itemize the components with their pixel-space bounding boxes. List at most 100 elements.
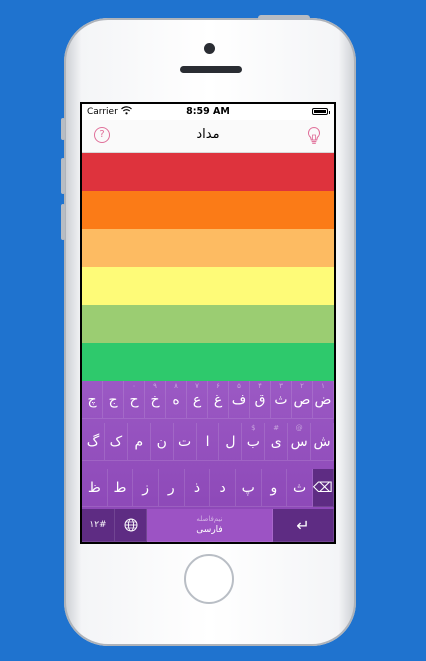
- key-label: ص: [293, 391, 311, 408]
- key-label: چ: [87, 391, 97, 408]
- mute-switch: [61, 118, 65, 140]
- key[interactable]: @ س: [288, 423, 312, 461]
- key-label: ن: [156, 433, 167, 450]
- key[interactable]: ذ: [184, 469, 211, 507]
- return-key[interactable]: ↵: [273, 509, 334, 542]
- status-time: 8:59 AM: [186, 106, 230, 117]
- key-label: ز: [142, 479, 150, 496]
- key[interactable]: ۷ع: [187, 381, 208, 419]
- red-stripe[interactable]: [82, 153, 334, 191]
- key[interactable]: ۹خ: [145, 381, 166, 419]
- yellow-stripe[interactable]: [82, 267, 334, 305]
- power-button: [258, 15, 310, 20]
- key-label: غ: [213, 391, 223, 408]
- key-label: ت: [178, 433, 192, 450]
- key[interactable]: ل: [219, 423, 243, 461]
- key-hint: ۲: [300, 382, 304, 390]
- numbers-key[interactable]: ۱۲#: [82, 509, 115, 542]
- light-orange-stripe[interactable]: [82, 229, 334, 267]
- home-button[interactable]: [184, 554, 234, 604]
- battery-icon: [312, 108, 330, 115]
- key[interactable]: $ ب: [242, 423, 266, 461]
- key[interactable]: گ: [82, 423, 105, 461]
- key[interactable]: ظ: [82, 469, 108, 507]
- key[interactable]: ۵ف: [229, 381, 250, 419]
- green-stripe[interactable]: [82, 343, 334, 381]
- key-label: و: [270, 479, 278, 496]
- key[interactable]: ث: [287, 469, 313, 507]
- key[interactable]: ۳ث: [271, 381, 292, 419]
- key-hint: ۹: [153, 382, 157, 390]
- key-hint: ۵: [237, 382, 241, 390]
- key-label: ب: [246, 433, 260, 450]
- persian-keyboard: ۱ض۲ص۳ث۴ق۵ف۶غ۷ع۸ه۹خ۰حجچ ش @ س # ی $ ب ل ا ت ن م ک گ ظط…: [82, 381, 334, 542]
- key-hint: $: [251, 424, 256, 432]
- light-green-stripe[interactable]: [82, 305, 334, 343]
- key[interactable]: ۰ح: [124, 381, 145, 419]
- half-space-label: نیم‌فاصله: [196, 515, 223, 523]
- screen: Carrier 8:59 AM ? مداد ۱ ض ۲ ص ۳ ث ۴ ق ۵…: [80, 102, 336, 544]
- key[interactable]: ۱ض: [313, 381, 334, 419]
- status-bar: Carrier 8:59 AM: [82, 104, 334, 120]
- space-key[interactable]: نیم‌فاصله فارسی: [147, 509, 273, 542]
- key-label: ر: [167, 479, 175, 496]
- key[interactable]: پ: [235, 469, 262, 507]
- key-label: ح: [129, 391, 139, 408]
- key[interactable]: ش: [311, 423, 334, 461]
- key-label: گ: [86, 433, 100, 450]
- volume-down-button: [61, 204, 65, 240]
- key-label: ق: [254, 391, 266, 408]
- key[interactable]: ۲ص: [292, 381, 313, 419]
- key[interactable]: ت: [173, 423, 197, 461]
- key-label: پ: [241, 479, 255, 496]
- key-label: ف: [231, 391, 247, 408]
- keyboard-row-3: ظطزر ذ دپوث ⌫: [82, 469, 334, 507]
- key-label: خ: [150, 391, 160, 408]
- key[interactable]: ۴ق: [250, 381, 271, 419]
- key-hint: #: [273, 424, 280, 432]
- key[interactable]: ۸ه: [166, 381, 187, 419]
- key-label: ع: [192, 391, 202, 408]
- key-hint: ۱: [321, 382, 325, 390]
- key-hint: ۶: [216, 382, 220, 390]
- app-screen: Carrier 8:59 AM ? مداد ۱ ض ۲ ص ۳ ث ۴ ق ۵…: [82, 104, 334, 542]
- key[interactable]: ر: [158, 469, 185, 507]
- lightbulb-icon[interactable]: [306, 126, 322, 146]
- key[interactable]: ۶غ: [208, 381, 229, 419]
- keyboard-row-2: ش @ س # ی $ ب ل ا ت ن م ک گ: [82, 423, 334, 461]
- keyboard-row-4: ۱۲# نیم‌فاصله فارسی ↵: [82, 509, 334, 542]
- page-title: مداد: [196, 127, 220, 142]
- key-hint: @: [295, 424, 303, 432]
- phone-frame: Carrier 8:59 AM ? مداد ۱ ض ۲ ص ۳ ث ۴ ق ۵…: [61, 15, 356, 646]
- key-label: ل: [225, 433, 236, 450]
- color-stripes: [82, 153, 334, 381]
- key-hint: ۴: [258, 382, 262, 390]
- key[interactable]: و: [261, 469, 288, 507]
- key[interactable]: چ: [82, 381, 103, 419]
- key[interactable]: ا: [196, 423, 220, 461]
- key[interactable]: # ی: [265, 423, 289, 461]
- globe-icon[interactable]: [115, 509, 147, 542]
- key-label: ث: [292, 479, 307, 496]
- key[interactable]: ک: [104, 423, 128, 461]
- key-label: ذ: [193, 479, 201, 496]
- key-label: ث: [274, 391, 288, 408]
- key-label: ا: [205, 433, 210, 450]
- key[interactable]: ز: [133, 469, 159, 507]
- earpiece-speaker: [180, 66, 242, 73]
- key-hint: ۰: [132, 382, 136, 390]
- key-label: م: [134, 433, 144, 450]
- orange-stripe[interactable]: [82, 191, 334, 229]
- key[interactable]: ج: [103, 381, 124, 419]
- key[interactable]: د: [210, 469, 236, 507]
- backspace-key[interactable]: ⌫: [312, 469, 334, 507]
- key-hint: ۸: [174, 382, 178, 390]
- key-label: ک: [109, 433, 123, 450]
- key-hint: ۳: [279, 382, 283, 390]
- key-label: س: [290, 433, 308, 450]
- key[interactable]: م: [127, 423, 151, 461]
- key[interactable]: ن: [150, 423, 174, 461]
- key-label: ج: [108, 391, 118, 408]
- key[interactable]: ط: [107, 469, 134, 507]
- navigation-bar: ? مداد: [82, 120, 334, 153]
